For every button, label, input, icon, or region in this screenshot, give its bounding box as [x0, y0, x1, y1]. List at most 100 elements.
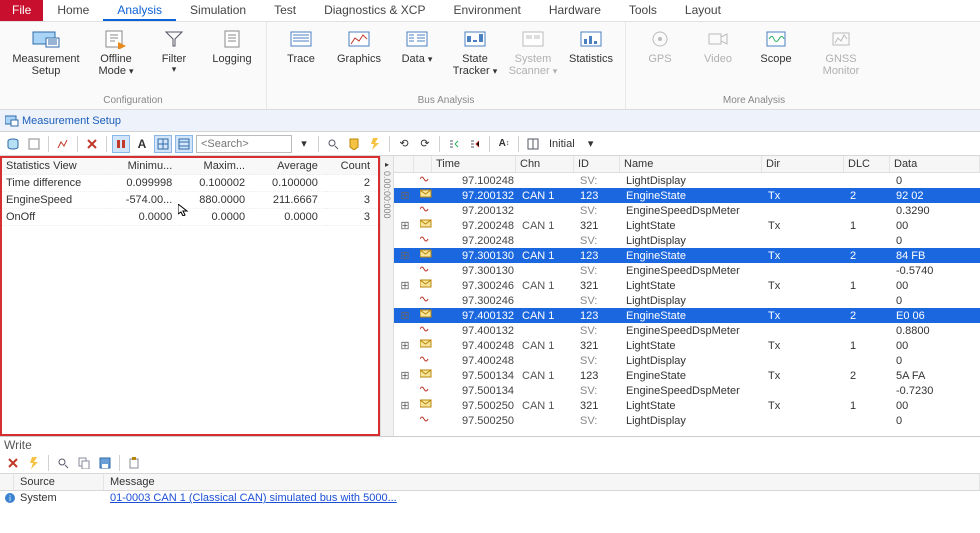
info-icon: i	[4, 492, 16, 504]
scope-button[interactable]: Scope	[748, 24, 804, 65]
write-toolbar	[0, 452, 980, 474]
text-a-icon[interactable]: A	[133, 135, 151, 153]
tab-test[interactable]: Test	[260, 0, 310, 21]
trace-row[interactable]: ⊞97.500250CAN 1321LightStateTx100	[394, 398, 980, 413]
graphics-button[interactable]: Graphics	[331, 24, 387, 65]
ritem-label: GNSS Monitor	[807, 53, 875, 77]
col-dir[interactable]: Dir	[762, 156, 844, 172]
system-scanner-button[interactable]: System Scanner ▾	[505, 24, 561, 77]
col-time[interactable]: Time	[432, 156, 516, 172]
collapse-right-icon[interactable]: ▸	[385, 160, 389, 169]
tab-hardware[interactable]: Hardware	[535, 0, 615, 21]
forward-icon[interactable]: ⟳	[416, 135, 434, 153]
marker-icon[interactable]	[345, 135, 363, 153]
write-search-icon[interactable]	[54, 454, 72, 472]
pause-icon[interactable]	[112, 135, 130, 153]
text-abs-icon[interactable]: A↕	[495, 135, 513, 153]
gnss-monitor-button[interactable]: GNSS Monitor	[806, 24, 876, 77]
trace-row[interactable]: 97.400248SV:LightDisplay0	[394, 353, 980, 368]
trace-body[interactable]: 97.100248SV:LightDisplay0⊞97.200132CAN 1…	[394, 173, 980, 431]
system-scanner-icon	[519, 28, 547, 50]
trace-row[interactable]: ⊞97.300130CAN 1123EngineStateTx284 FB	[394, 248, 980, 263]
db-icon[interactable]	[4, 135, 22, 153]
col-message[interactable]: Message	[104, 474, 980, 490]
col-maximum[interactable]: Maxim...	[180, 158, 253, 175]
stats-row[interactable]: Time difference0.0999980.1000020.1000002	[2, 175, 378, 192]
stats-row[interactable]: EngineSpeed-574.00...880.0000211.66673	[2, 192, 378, 209]
measurement-setup-button[interactable]: Measurement Setup	[6, 24, 86, 77]
trace-row[interactable]: 97.500250SV:LightDisplay0	[394, 413, 980, 428]
col-dlc[interactable]: DLC	[844, 156, 890, 172]
write-bolt-icon[interactable]	[25, 454, 43, 472]
col-data[interactable]: Data	[890, 156, 980, 172]
measurement-setup-icon	[4, 113, 20, 129]
write-save-icon[interactable]	[96, 454, 114, 472]
trace-row[interactable]: ⊞97.500134CAN 1123EngineStateTx25A FA	[394, 368, 980, 383]
trace-row[interactable]: ⊞97.200248CAN 1321LightStateTx100	[394, 218, 980, 233]
trace-row[interactable]: ⊞97.400132CAN 1123EngineStateTx2E0 06	[394, 308, 980, 323]
measurement-setup-label[interactable]: Measurement Setup	[22, 115, 121, 127]
tab-analysis[interactable]: Analysis	[103, 0, 176, 21]
trace-button[interactable]: Trace	[273, 24, 329, 65]
chevron-down-icon: ▾	[428, 54, 433, 64]
back-icon[interactable]: ⟲	[395, 135, 413, 153]
tab-home[interactable]: Home	[43, 0, 103, 21]
trace-row[interactable]: 97.200132SV:EngineSpeedDspMeter0.3290	[394, 203, 980, 218]
expand-icon[interactable]	[445, 135, 463, 153]
write-row[interactable]: iSystem01-0003 CAN 1 (Classical CAN) sim…	[0, 491, 980, 505]
tab-tools[interactable]: Tools	[615, 0, 671, 21]
col-average[interactable]: Average	[253, 158, 326, 175]
trace-row[interactable]: 97.300246SV:LightDisplay0	[394, 293, 980, 308]
layout-icon[interactable]	[524, 135, 542, 153]
grid1-icon[interactable]	[154, 135, 172, 153]
data-button[interactable]: Data ▾	[389, 24, 445, 65]
signal-icon[interactable]	[54, 135, 72, 153]
trace-row[interactable]: 97.300130SV:EngineSpeedDspMeter-0.5740	[394, 263, 980, 278]
statistics-button[interactable]: Statistics	[563, 24, 619, 65]
trace-toolbar: A ▾ ⟲ ⟳ A↕ Initial ▾	[0, 132, 980, 156]
logging-button[interactable]: Logging	[204, 24, 260, 65]
search-dropdown-icon[interactable]: ▾	[295, 135, 313, 153]
col-name[interactable]: Name	[620, 156, 762, 172]
tab-file[interactable]: File	[0, 0, 43, 21]
bolt-icon[interactable]	[366, 135, 384, 153]
col-source[interactable]: Source	[14, 474, 104, 490]
video-button[interactable]: Video	[690, 24, 746, 65]
trace-row[interactable]: 97.100248SV:LightDisplay0	[394, 173, 980, 188]
offline-mode-button[interactable]: Offline Mode ▾	[88, 24, 144, 77]
ritem-label: Video	[704, 53, 732, 65]
trace-row[interactable]: ⊞97.400248CAN 1321LightStateTx100	[394, 338, 980, 353]
state-tracker-button[interactable]: State Tracker ▾	[447, 24, 503, 77]
collapse-icon[interactable]	[466, 135, 484, 153]
tab-diagnostics[interactable]: Diagnostics & XCP	[310, 0, 439, 21]
write-delete-icon[interactable]	[4, 454, 22, 472]
ribbon-group-configuration: Measurement Setup Offline Mode ▾ Filter▾…	[0, 22, 267, 109]
trace-row[interactable]: 97.400132SV:EngineSpeedDspMeter0.8800	[394, 323, 980, 338]
trace-row[interactable]: ⊞97.200132CAN 1123EngineStateTx292 02	[394, 188, 980, 203]
trace-row[interactable]: ⊞97.300246CAN 1321LightStateTx100	[394, 278, 980, 293]
tab-simulation[interactable]: Simulation	[176, 0, 260, 21]
col-count[interactable]: Count	[326, 158, 378, 175]
tab-environment[interactable]: Environment	[439, 0, 534, 21]
trace-row[interactable]: 97.500134SV:EngineSpeedDspMeter-0.7230	[394, 383, 980, 398]
initial-label[interactable]: Initial	[545, 138, 579, 150]
grid2-icon[interactable]	[175, 135, 193, 153]
gps-button[interactable]: GPS	[632, 24, 688, 65]
col-id[interactable]: ID	[574, 156, 620, 172]
delete-icon[interactable]	[83, 135, 101, 153]
write-copy-icon[interactable]	[75, 454, 93, 472]
col-statistics-view[interactable]: Statistics View	[2, 158, 107, 175]
col-minimum[interactable]: Minimu...	[107, 158, 181, 175]
search-input[interactable]	[196, 135, 292, 153]
write-clipboard-icon[interactable]	[125, 454, 143, 472]
write-panel-title: Write	[0, 436, 980, 452]
splitter-gutter[interactable]: ▸ 0.00:00:000	[380, 156, 394, 436]
new-icon[interactable]	[25, 135, 43, 153]
search-find-icon[interactable]	[324, 135, 342, 153]
stats-row[interactable]: OnOff0.00000.00000.00003	[2, 209, 378, 226]
initial-dropdown-icon[interactable]: ▾	[582, 135, 600, 153]
trace-row[interactable]: 97.200248SV:LightDisplay0	[394, 233, 980, 248]
col-chn[interactable]: Chn	[516, 156, 574, 172]
tab-layout[interactable]: Layout	[671, 0, 735, 21]
filter-button[interactable]: Filter▾	[146, 24, 202, 75]
